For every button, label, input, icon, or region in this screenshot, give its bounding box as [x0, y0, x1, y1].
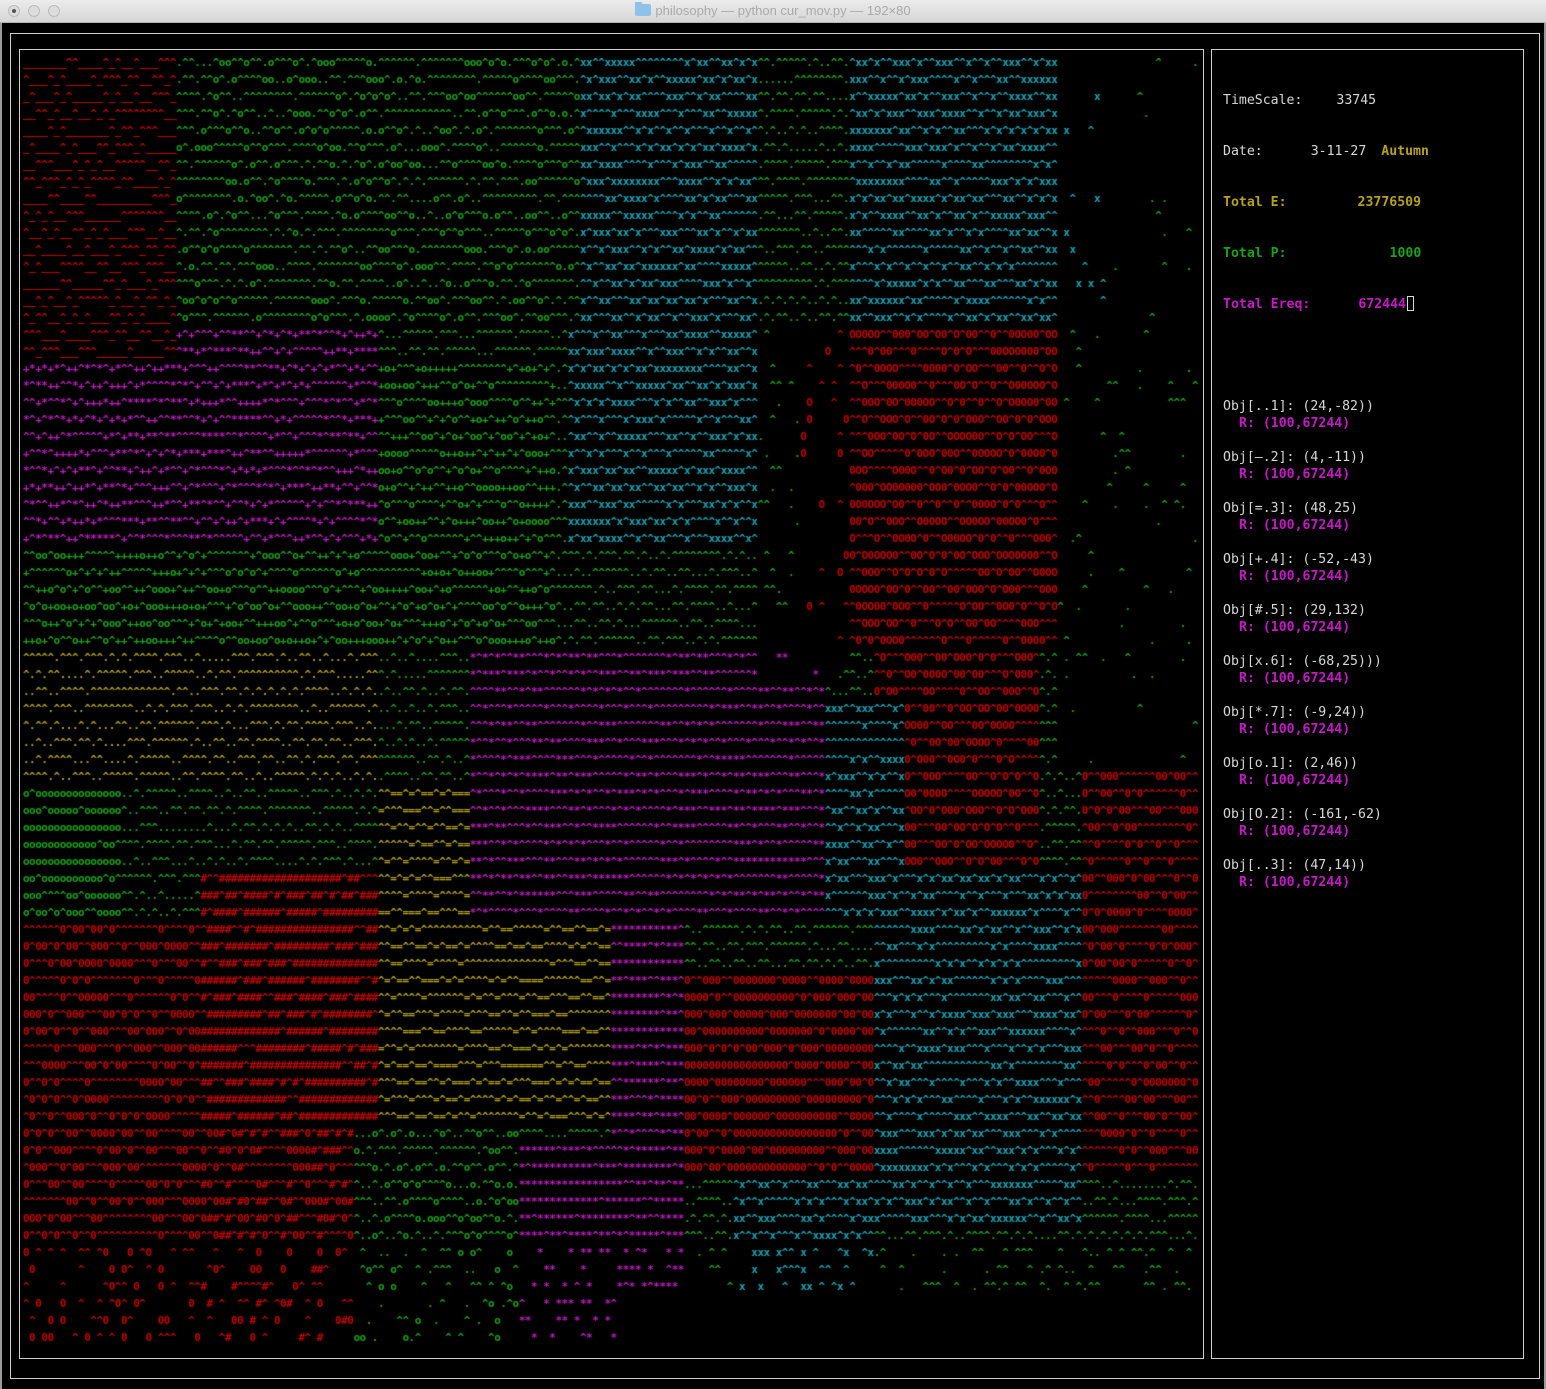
total-p-value: 1000: [1389, 246, 1422, 261]
object-resource: R: (100,67244): [1239, 416, 1351, 431]
object-label: Obj[+.4]:: [1223, 552, 1295, 567]
timescale-label: TimeScale:: [1223, 93, 1303, 108]
object-coords: (-9,24)): [1302, 705, 1366, 720]
object-coords: (-52,-43): [1302, 552, 1374, 567]
object-row: Obj[—.2]: (4,-11)): [1223, 449, 1518, 466]
season-value: Autumn: [1381, 144, 1429, 159]
object-coords: (4,-11)): [1302, 450, 1366, 465]
object-coords: (48,25): [1302, 501, 1358, 516]
total-e-label: Total E:: [1223, 195, 1287, 210]
object-coords: (-161,-62): [1302, 807, 1382, 822]
object-resource: R: (100,67244): [1239, 671, 1351, 686]
object-coords: (29,132): [1302, 603, 1366, 618]
total-p-label: Total P:: [1223, 246, 1287, 261]
stats-content: TimeScale: 33745 Date: 3-11-27 Autumn Total…: [1223, 58, 1518, 942]
object-resource: R: (100,67244): [1239, 824, 1351, 839]
object-resource: R: (100,67244): [1239, 569, 1351, 584]
object-resource: R: (100,67244): [1239, 722, 1351, 737]
object-row: Obj[=.3]: (48,25): [1223, 500, 1518, 517]
window-titlebar[interactable]: philosophy — python cur_mov.py — 192×80: [0, 0, 1546, 23]
object-row: Obj[x.6]: (-68,25))): [1223, 653, 1518, 670]
total-ereq-row: Total Ereq: 672444: [1223, 296, 1518, 313]
object-label: Obj[=.3]:: [1223, 501, 1295, 516]
object-coords: (47,14)): [1302, 858, 1366, 873]
object-label: Obj[#.5]:: [1223, 603, 1295, 618]
folder-icon: [635, 2, 652, 16]
object-resource: R: (100,67244): [1239, 875, 1351, 890]
object-label: Obj[..3]:: [1223, 858, 1295, 873]
total-p-row: Total P: 1000: [1223, 245, 1518, 262]
object-label: Obj[O.2]:: [1223, 807, 1295, 822]
ascii-world-map: [23, 58, 1198, 1350]
date-label: Date:: [1223, 144, 1263, 159]
timescale-value: 33745: [1336, 93, 1377, 108]
object-label: Obj[*.7]:: [1223, 705, 1295, 720]
object-row: Obj[..1]: (24,-82)): [1223, 398, 1518, 415]
total-ereq-value: 672444: [1358, 297, 1406, 312]
terminal-view[interactable]: TimeScale: 33745 Date: 3-11-27 Autumn Total…: [0, 23, 1546, 1389]
window-title: philosophy — python cur_mov.py — 192×80: [655, 3, 911, 18]
date-value: 3-11-27: [1310, 144, 1367, 159]
total-e-row: Total E: 23776509: [1223, 194, 1518, 211]
object-row: Obj[o.1]: (2,46)): [1223, 755, 1518, 772]
total-e-value: 23776509: [1357, 195, 1422, 210]
object-resource: R: (100,67244): [1239, 467, 1351, 482]
object-row: Obj[..3]: (47,14)): [1223, 857, 1518, 874]
total-ereq-label: Total Ereq:: [1223, 297, 1311, 312]
object-coords: (2,46)): [1302, 756, 1358, 771]
object-row: Obj[*.7]: (-9,24)): [1223, 704, 1518, 721]
object-label: Obj[..1]:: [1223, 399, 1295, 414]
date-row: Date: 3-11-27 Autumn: [1223, 143, 1518, 160]
object-row: Obj[#.5]: (29,132): [1223, 602, 1518, 619]
object-row: Obj[O.2]: (-161,-62): [1223, 806, 1518, 823]
object-label: Obj[o.1]:: [1223, 756, 1295, 771]
object-coords: (-68,25))): [1302, 654, 1382, 669]
object-list: Obj[..1]: (24,-82)) R: (100,67244) Obj[—.2…: [1223, 398, 1518, 908]
object-resource: R: (100,67244): [1239, 773, 1351, 788]
object-label: Obj[x.6]:: [1223, 654, 1295, 669]
object-resource: R: (100,67244): [1239, 620, 1351, 635]
text-cursor: [1406, 296, 1414, 311]
timescale-row: TimeScale: 33745: [1223, 92, 1518, 109]
object-resource: R: (100,67244): [1239, 518, 1351, 533]
object-label: Obj[—.2]:: [1223, 450, 1295, 465]
simulation-map-panel: [19, 49, 1204, 1359]
object-coords: (24,-82)): [1302, 399, 1374, 414]
window-title-area: philosophy — python cur_mov.py — 192×80: [0, 2, 1546, 18]
stats-panel: TimeScale: 33745 Date: 3-11-27 Autumn Total…: [1211, 49, 1524, 1359]
object-row: Obj[+.4]: (-52,-43): [1223, 551, 1518, 568]
